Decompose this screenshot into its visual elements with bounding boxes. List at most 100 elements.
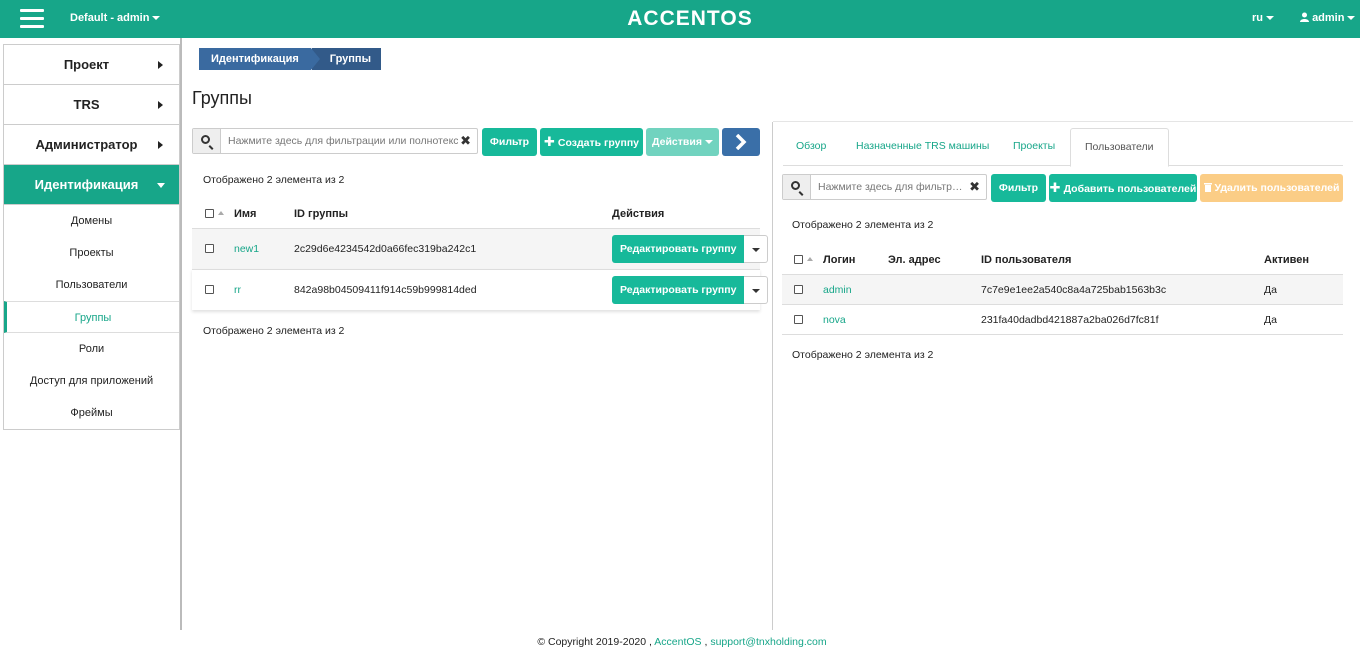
- group-name-link[interactable]: new1: [234, 243, 259, 255]
- top-bar: Default - admin ACCENTOS ru admin: [0, 0, 1360, 38]
- sidebar-item-project[interactable]: Проект: [4, 45, 179, 85]
- detail-tabs: Обзор Назначенные TRS машины Проекты Пол…: [783, 128, 1343, 167]
- groups-count-bottom: Отображено 2 элемента из 2: [203, 325, 345, 337]
- clear-icon[interactable]: ✖: [460, 133, 471, 149]
- group-id: 2c29d6e4234542d0a66fec319ba242c1: [294, 243, 477, 255]
- user-active: Да: [1264, 284, 1277, 296]
- sidebar-item-label: Идентификация: [34, 177, 139, 192]
- copyright-text: © Copyright 2019-2020 ,: [537, 636, 652, 648]
- users-count-top: Отображено 2 элемента из 2: [792, 219, 934, 231]
- chevron-right-icon: [158, 61, 163, 69]
- group-id: 842a98b04509411f914c59b999814ded: [294, 284, 477, 296]
- user-id: 7c7e9e1ee2a540c8a4a725bab1563b3c: [981, 284, 1167, 296]
- sidebar-item-label: Проекты: [69, 247, 114, 259]
- breadcrumb: Идентификация Группы: [199, 48, 381, 70]
- row-actions-dropdown[interactable]: [744, 235, 769, 263]
- sidebar-item-admin[interactable]: Администратор: [4, 125, 179, 165]
- actions-button[interactable]: Действия: [646, 128, 719, 156]
- user-login-link[interactable]: admin: [823, 284, 852, 296]
- sort-icon[interactable]: [218, 211, 224, 215]
- users-filter-button[interactable]: Фильтр: [991, 174, 1046, 202]
- edit-group-button[interactable]: Редактировать группу: [612, 235, 745, 263]
- tab-overview[interactable]: Обзор: [796, 140, 826, 152]
- groups-filter-button[interactable]: Фильтр: [482, 128, 537, 156]
- trash-icon: [1203, 183, 1212, 192]
- page-title: Группы: [192, 88, 252, 108]
- row-checkbox[interactable]: [794, 285, 803, 294]
- chevron-right-icon: [735, 133, 747, 151]
- add-users-button[interactable]: ✚ Добавить пользователей: [1049, 174, 1197, 202]
- language-label: ru: [1252, 12, 1263, 24]
- next-button[interactable]: [722, 128, 760, 156]
- sort-icon[interactable]: [807, 257, 813, 261]
- user-id: 231fa40dadbd421887a2ba026d7fc81f: [981, 314, 1159, 326]
- button-label: Действия: [652, 136, 702, 148]
- chevron-down-icon: [1266, 16, 1274, 21]
- language-switcher[interactable]: ru: [1252, 12, 1274, 24]
- users-count-bottom: Отображено 2 элемента из 2: [792, 349, 934, 361]
- search-placeholder: Нажмите здесь для фильтрации или полноте…: [818, 181, 966, 193]
- support-email-link[interactable]: support@tnxholding.com: [710, 636, 826, 648]
- search-placeholder: Нажмите здесь для фильтрации или полноте…: [228, 135, 458, 147]
- clear-icon[interactable]: ✖: [969, 179, 980, 195]
- row-checkbox[interactable]: [794, 315, 803, 324]
- chevron-right-icon: [158, 141, 163, 149]
- column-header-active[interactable]: Активен: [1264, 254, 1309, 266]
- groups-count-top: Отображено 2 элемента из 2: [203, 174, 345, 186]
- column-header-login[interactable]: Логин: [823, 254, 855, 266]
- sidebar-item-trs[interactable]: TRS: [4, 85, 179, 125]
- plus-icon: ✚: [543, 134, 555, 149]
- footer: © Copyright 2019-2020 , AccentOS , suppo…: [0, 636, 1360, 648]
- row-checkbox[interactable]: [205, 285, 214, 294]
- edit-group-button-group: Редактировать группу: [612, 276, 769, 304]
- sidebar-item-app-credentials[interactable]: Доступ для приложений: [4, 365, 179, 397]
- sidebar-item-label: Группы: [74, 312, 112, 324]
- delete-users-button[interactable]: Удалить пользователей: [1200, 174, 1343, 202]
- breadcrumb-item-groups[interactable]: Группы: [310, 48, 381, 70]
- logo: ACCENTOS: [627, 7, 753, 30]
- select-all-checkbox[interactable]: [794, 255, 803, 264]
- tab-trs-machines[interactable]: Назначенные TRS машины: [856, 140, 989, 152]
- user-name: admin: [1312, 12, 1345, 24]
- sidebar-item-users[interactable]: Пользователи: [4, 269, 179, 301]
- sidebar-item-identity[interactable]: Идентификация: [4, 165, 179, 205]
- row-actions-dropdown[interactable]: [744, 276, 769, 304]
- user-menu[interactable]: admin: [1300, 12, 1356, 24]
- sidebar-item-label: Администратор: [35, 137, 138, 152]
- breadcrumb-item-identity[interactable]: Идентификация: [199, 48, 320, 70]
- sidebar-item-domains[interactable]: Домены: [4, 205, 179, 237]
- select-all-checkbox[interactable]: [205, 209, 214, 218]
- users-search-input[interactable]: Нажмите здесь для фильтрации или полноте…: [782, 174, 987, 200]
- user-icon: [1300, 12, 1309, 22]
- button-label: Фильтр: [489, 136, 530, 148]
- sidebar-item-label: Фреймы: [70, 407, 113, 419]
- sidebar-item-frames[interactable]: Фреймы: [4, 397, 179, 429]
- chevron-down-icon: [704, 140, 713, 145]
- groups-search-input[interactable]: Нажмите здесь для фильтрации или полноте…: [192, 128, 478, 154]
- user-login-link[interactable]: nova: [823, 314, 846, 326]
- sidebar-item-label: TRS: [73, 97, 100, 112]
- create-group-button[interactable]: ✚ Создать группу: [540, 128, 643, 156]
- search-icon: [193, 129, 221, 153]
- column-header-id[interactable]: ID группы: [294, 208, 348, 220]
- sidebar-item-roles[interactable]: Роли: [4, 333, 179, 365]
- edit-group-button[interactable]: Редактировать группу: [612, 276, 745, 304]
- chevron-down-icon: [157, 183, 165, 188]
- sidebar-item-label: Пользователи: [55, 279, 128, 291]
- column-header-user-id[interactable]: ID пользователя: [981, 254, 1071, 266]
- brand-link[interactable]: AccentOS: [654, 636, 701, 648]
- column-header-email[interactable]: Эл. адрес: [888, 254, 941, 266]
- button-label: Добавить пользователей: [1063, 183, 1197, 195]
- column-header-name[interactable]: Имя: [234, 208, 256, 220]
- sidebar-item-label: Роли: [78, 343, 105, 355]
- user-active: Да: [1264, 314, 1277, 326]
- sidebar-item-label: Проект: [63, 57, 110, 72]
- tab-projects[interactable]: Проекты: [1013, 140, 1055, 152]
- footer-separator: ,: [704, 636, 708, 648]
- search-icon: [783, 175, 811, 199]
- row-checkbox[interactable]: [205, 244, 214, 253]
- group-name-link[interactable]: rr: [234, 284, 241, 296]
- tab-users[interactable]: Пользователи: [1070, 128, 1169, 167]
- sidebar-item-groups[interactable]: Группы: [4, 301, 179, 333]
- sidebar-item-projects[interactable]: Проекты: [4, 237, 179, 269]
